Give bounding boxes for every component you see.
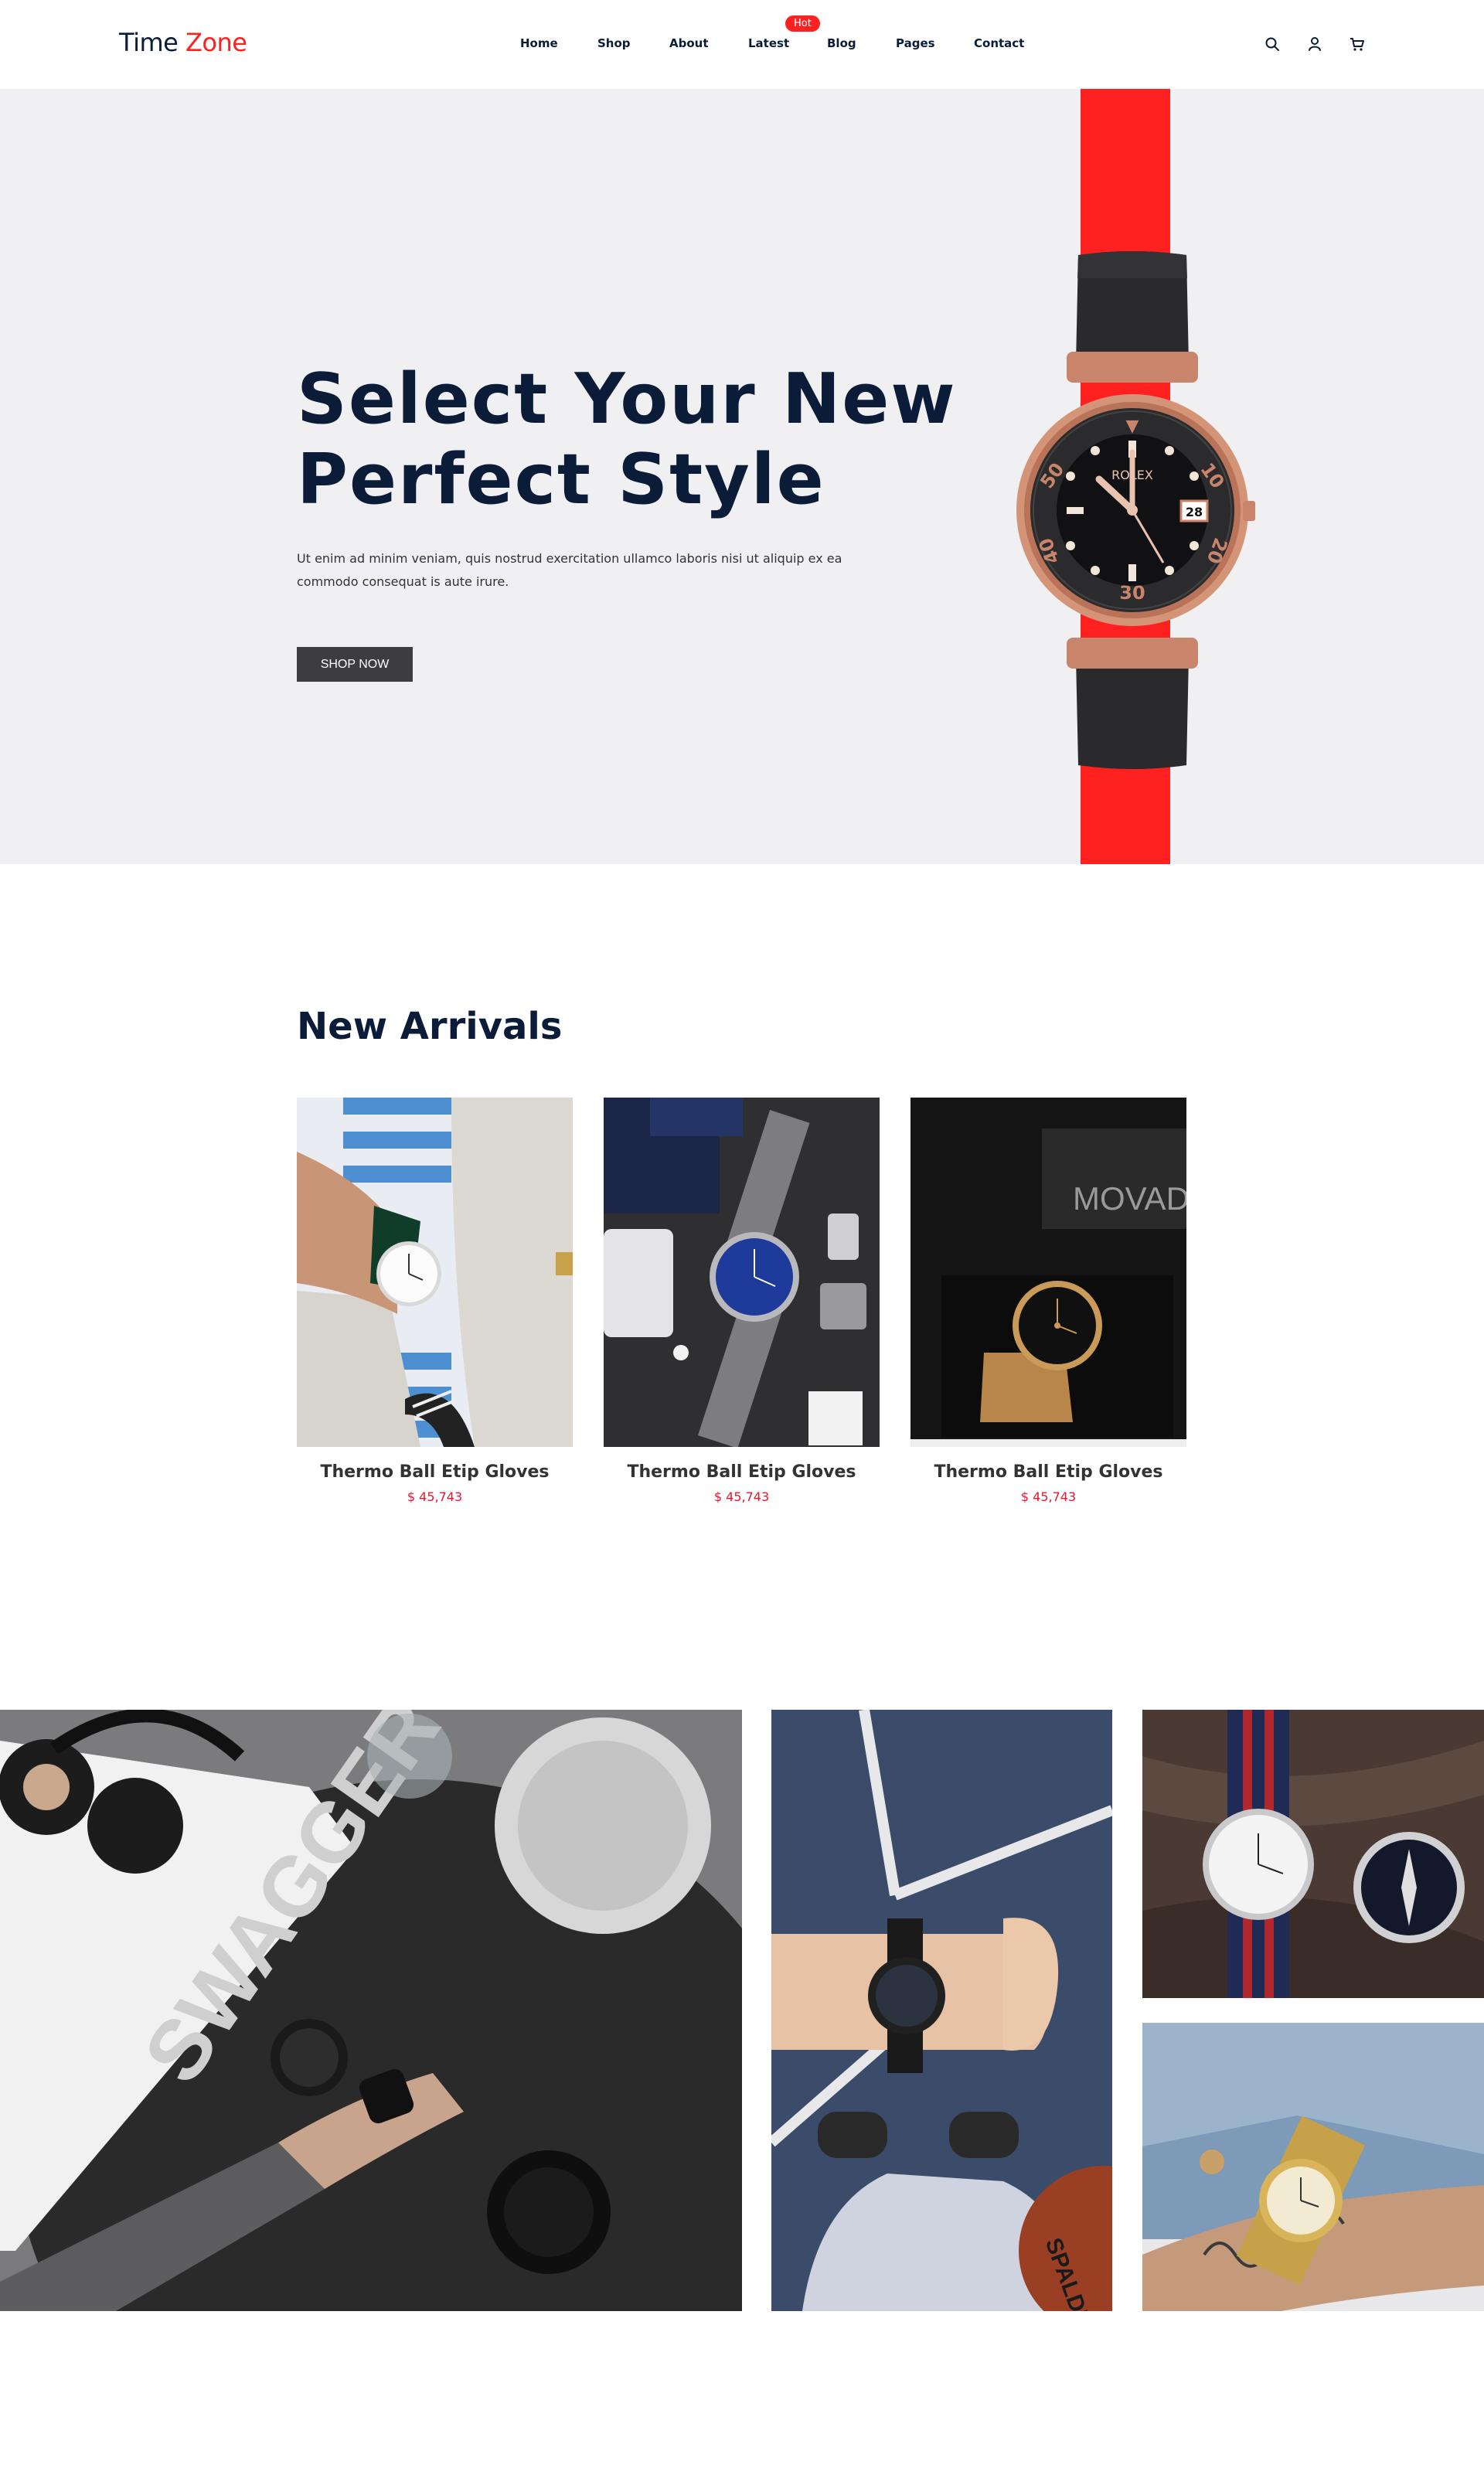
product-price: $ 45,743 — [407, 1489, 463, 1504]
user-icon[interactable] — [1306, 36, 1323, 53]
hero-title: Select Your New Perfect Style — [297, 359, 957, 520]
hero-description: Ut enim ad minim veniam, quis nostrud ex… — [297, 551, 842, 589]
product-card[interactable]: MOVADO Thermo Ball Etip Gloves $ 45,743 — [910, 1098, 1186, 1504]
cart-icon[interactable] — [1349, 36, 1366, 53]
gallery-image-table[interactable]: SWAGGER — [0, 1710, 742, 2311]
hero-section: ▼ 10 20 30 40 50 ROLEX 28 — [0, 89, 1484, 864]
svg-text:▼: ▼ — [1126, 417, 1139, 436]
product-image[interactable]: MOVADO — [910, 1098, 1186, 1447]
site-header: Time Zone Home Shop About Latest Hot Blo… — [0, 0, 1484, 89]
nav-latest-label: Latest — [748, 36, 790, 50]
logo-primary: Time — [119, 28, 179, 57]
product-price: $ 45,743 — [713, 1489, 770, 1504]
gallery-image-court[interactable]: SPALDING — [771, 1710, 1112, 2311]
hot-badge: Hot — [785, 15, 820, 32]
product-name[interactable]: Thermo Ball Etip Gloves — [910, 1462, 1186, 1482]
nav-home[interactable]: Home — [520, 36, 558, 50]
product-card[interactable]: Thermo Ball Etip Gloves $ 45,743 — [604, 1098, 880, 1504]
nav-contact[interactable]: Contact — [974, 36, 1024, 50]
product-card[interactable]: Thermo Ball Etip Gloves $ 45,743 — [297, 1098, 573, 1504]
hero-watch-image: ▼ 10 20 30 40 50 ROLEX 28 — [1005, 247, 1260, 773]
gallery-image-watches[interactable] — [1142, 1710, 1484, 1998]
product-price: $ 45,743 — [1020, 1489, 1077, 1504]
nav-about[interactable]: About — [669, 36, 709, 50]
gallery-image-gold-watch[interactable] — [1142, 2023, 1484, 2311]
product-image[interactable] — [297, 1098, 573, 1447]
box-brand-text: MOVADO — [1073, 1180, 1186, 1217]
search-icon[interactable] — [1264, 36, 1281, 53]
new-arrivals-title: New Arrivals — [297, 1005, 563, 1048]
product-image[interactable] — [604, 1098, 880, 1447]
nav-latest[interactable]: Latest Hot — [748, 15, 820, 50]
nav-pages[interactable]: Pages — [896, 36, 935, 50]
svg-text:28: 28 — [1186, 505, 1203, 519]
product-name[interactable]: Thermo Ball Etip Gloves — [297, 1462, 573, 1482]
nav-blog[interactable]: Blog — [827, 36, 856, 50]
product-name[interactable]: Thermo Ball Etip Gloves — [604, 1462, 880, 1482]
site-logo[interactable]: Time Zone — [119, 28, 247, 57]
logo-accent: Zone — [185, 28, 247, 57]
shop-now-button[interactable]: SHOP NOW — [297, 647, 413, 682]
nav-shop[interactable]: Shop — [597, 36, 631, 50]
